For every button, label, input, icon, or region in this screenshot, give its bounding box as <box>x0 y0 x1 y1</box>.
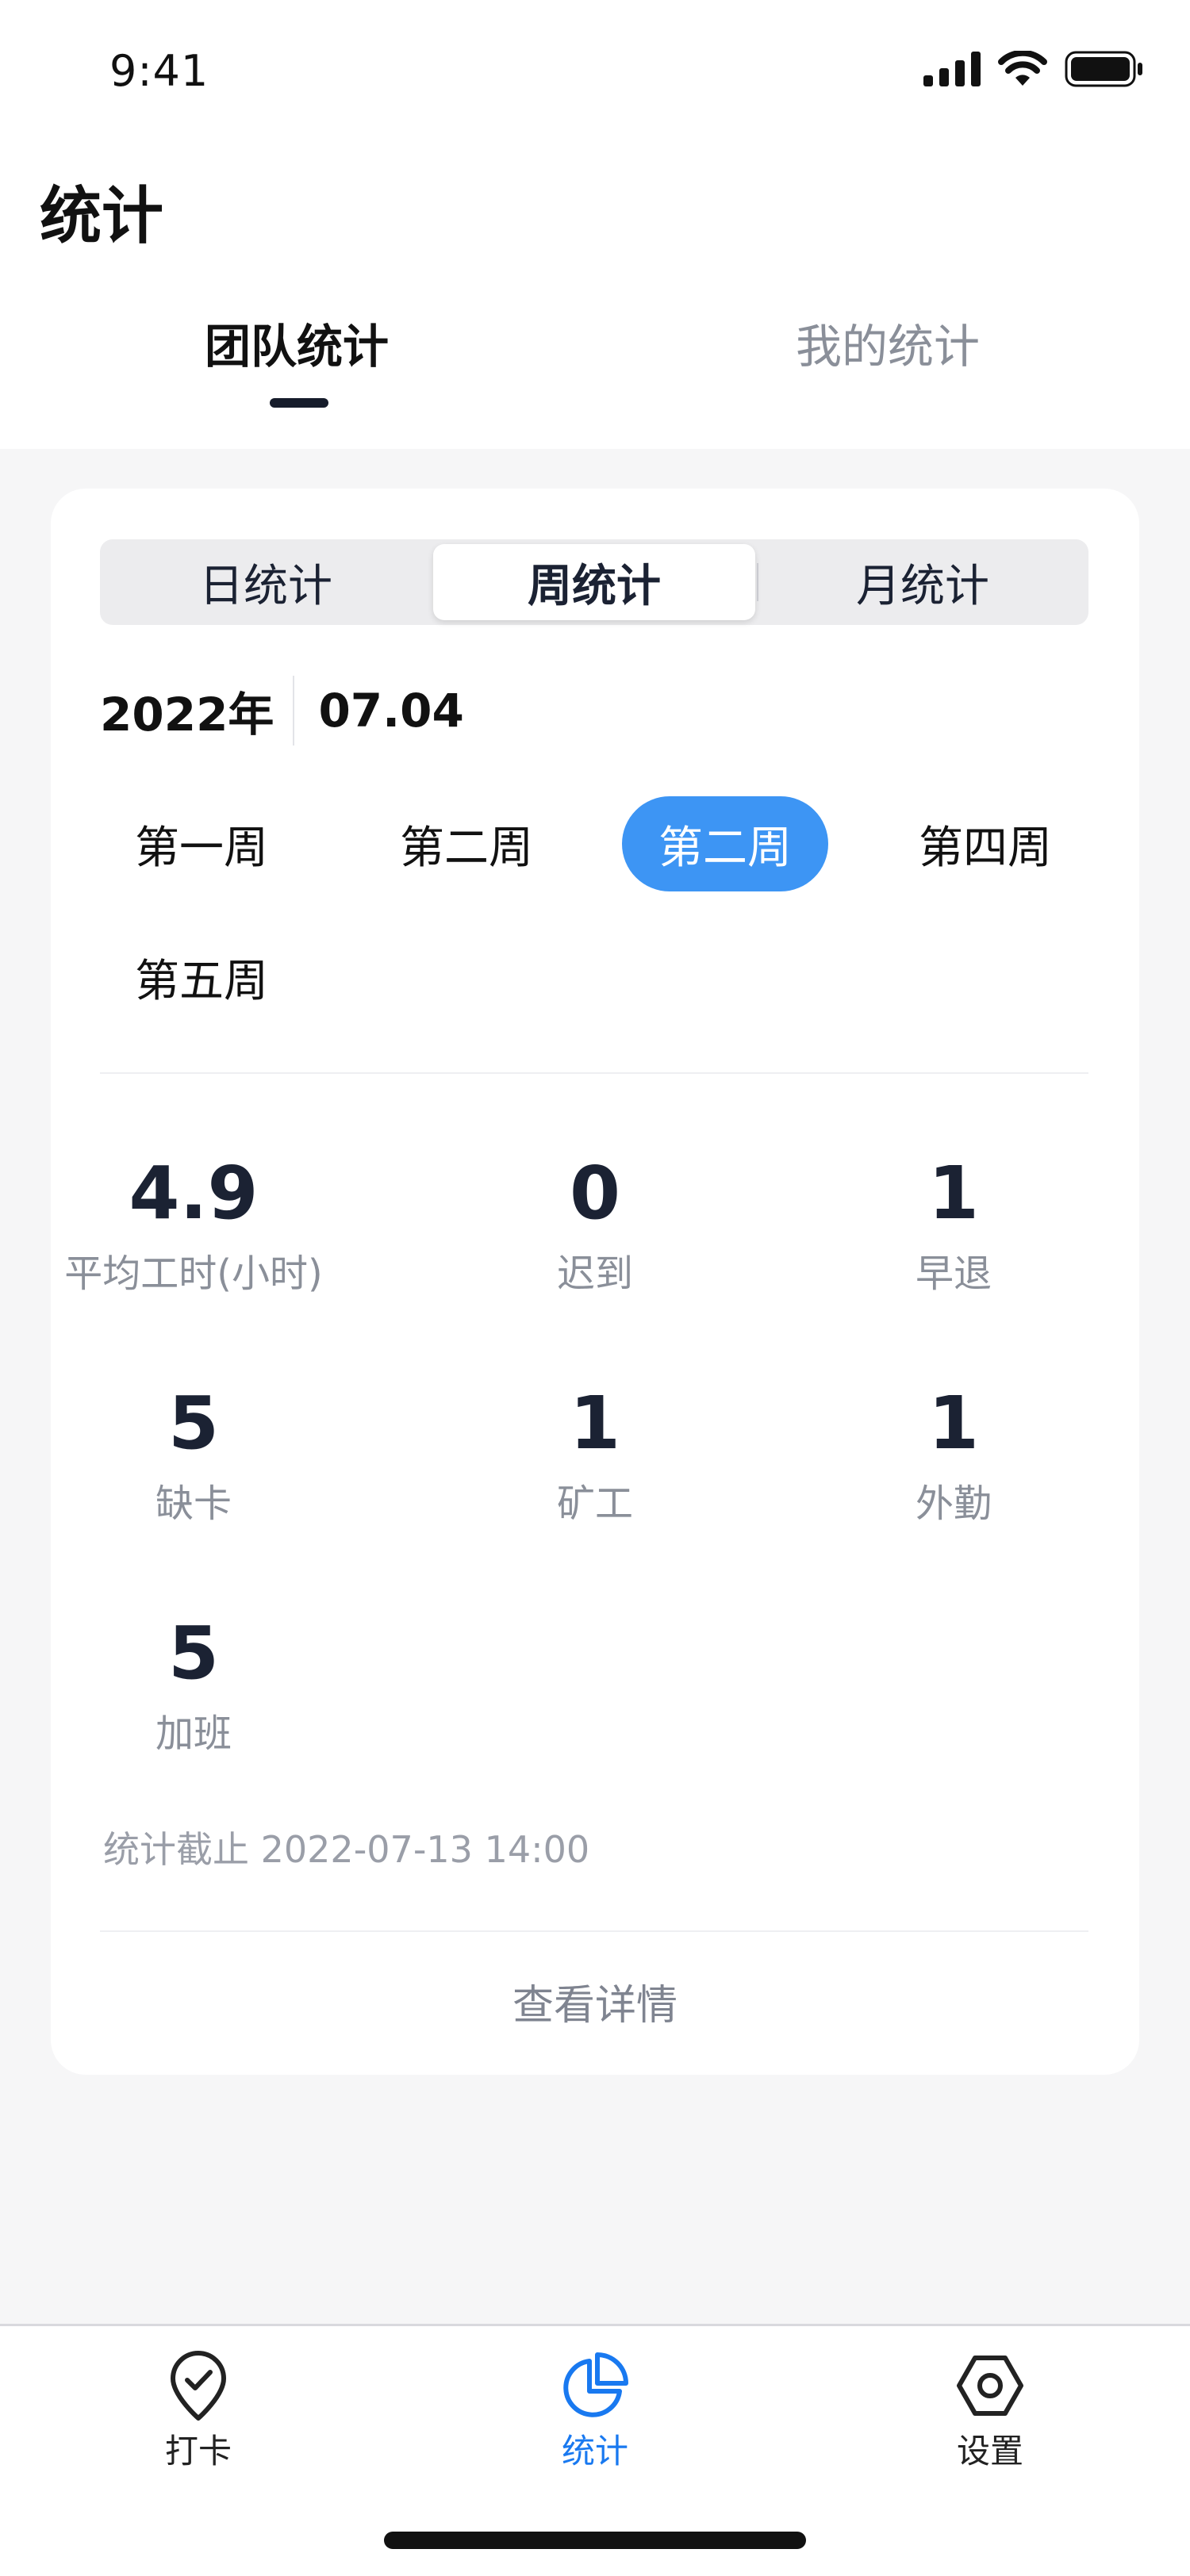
stat-value: 1 <box>927 1381 979 1466</box>
section-divider <box>100 1072 1088 1074</box>
top-tabs: 团队统计 我的统计 <box>0 309 1190 444</box>
week-option-5[interactable]: 第五周 <box>135 930 268 1025</box>
view-details-button[interactable]: 查看详情 <box>51 1972 1139 2031</box>
pie-chart-icon <box>563 2352 628 2417</box>
stat-label: 加班 <box>155 1712 232 1756</box>
year-picker[interactable]: 2022年 <box>100 677 274 744</box>
date-picker[interactable]: 07.04 <box>318 684 463 738</box>
stat-label: 缺卡 <box>155 1482 232 1526</box>
stat-label: 早退 <box>915 1252 992 1296</box>
stat-value: 5 <box>167 1611 219 1696</box>
stat-label: 外勤 <box>915 1482 992 1526</box>
segment-separator <box>757 563 758 601</box>
stats-cutoff-time: 统计截止 2022-07-13 14:00 <box>103 1828 590 1871</box>
stat-value: 1 <box>927 1151 979 1236</box>
nav-item-settings[interactable]: 设置 <box>895 2350 1085 2473</box>
segment-weekly[interactable]: 周统计 <box>433 544 755 620</box>
date-selector[interactable]: 2022年 07.04 <box>100 676 464 746</box>
week-option-1[interactable]: 第一周 <box>135 796 268 891</box>
week-option-3-selected[interactable]: 第二周 <box>622 796 828 891</box>
stat-value: 0 <box>569 1151 620 1236</box>
week-option-4[interactable]: 第四周 <box>919 796 1052 891</box>
stat-value: 4.9 <box>129 1151 259 1236</box>
cellular-signal-icon <box>923 52 981 86</box>
home-indicator <box>384 2532 806 2549</box>
stats-screen: 9:41 统计 团队统计 我的统计 日统计 周统计 月统计 2022年 07.0… <box>0 0 1190 2576</box>
status-time: 9:41 <box>109 46 209 96</box>
stat-leave-early: 1 早退 <box>803 1150 1104 1298</box>
stats-card: 日统计 周统计 月统计 2022年 07.04 第一周 第二周 第二周 第四周 … <box>51 489 1139 2075</box>
battery-icon <box>1065 51 1142 87</box>
stat-late: 0 迟到 <box>444 1150 746 1298</box>
week-option-2[interactable]: 第二周 <box>400 796 533 891</box>
checkin-pin-icon <box>171 2351 226 2421</box>
status-bar: 9:41 <box>0 0 1190 151</box>
tab-team-stats[interactable]: 团队统计 <box>205 309 389 376</box>
nav-label: 打卡 <box>164 2432 232 2471</box>
nav-item-stats[interactable]: 统计 <box>500 2350 690 2473</box>
stat-label: 平均工时(小时) <box>64 1252 323 1296</box>
nav-item-checkin[interactable]: 打卡 <box>103 2350 294 2473</box>
hexagon-settings-icon <box>957 2356 1023 2416</box>
stat-avg-hours: 4.9 平均工时(小时) <box>43 1150 344 1298</box>
stat-value: 5 <box>167 1381 219 1466</box>
segment-monthly[interactable]: 月统计 <box>762 544 1084 620</box>
stat-value: 1 <box>569 1381 620 1466</box>
stat-missing-punch: 5 缺卡 <box>43 1380 344 1528</box>
active-tab-indicator <box>270 398 328 408</box>
nav-label: 设置 <box>956 2432 1023 2471</box>
period-segmented-control: 日统计 周统计 月统计 <box>100 539 1088 625</box>
nav-label: 统计 <box>561 2432 628 2471</box>
tab-my-stats[interactable]: 我的统计 <box>796 309 980 376</box>
status-icons <box>923 51 1144 87</box>
stat-field-work: 1 外勤 <box>803 1380 1104 1528</box>
segment-daily[interactable]: 日统计 <box>105 544 427 620</box>
wifi-icon <box>998 51 1047 86</box>
stat-label: 矿工 <box>556 1482 633 1526</box>
stat-overtime: 5 加班 <box>43 1610 344 1758</box>
footer-divider <box>100 1930 1088 1932</box>
date-divider <box>293 676 295 746</box>
page-title: 统计 <box>40 181 164 252</box>
stat-label: 迟到 <box>556 1252 633 1296</box>
stat-absent: 1 矿工 <box>444 1380 746 1528</box>
